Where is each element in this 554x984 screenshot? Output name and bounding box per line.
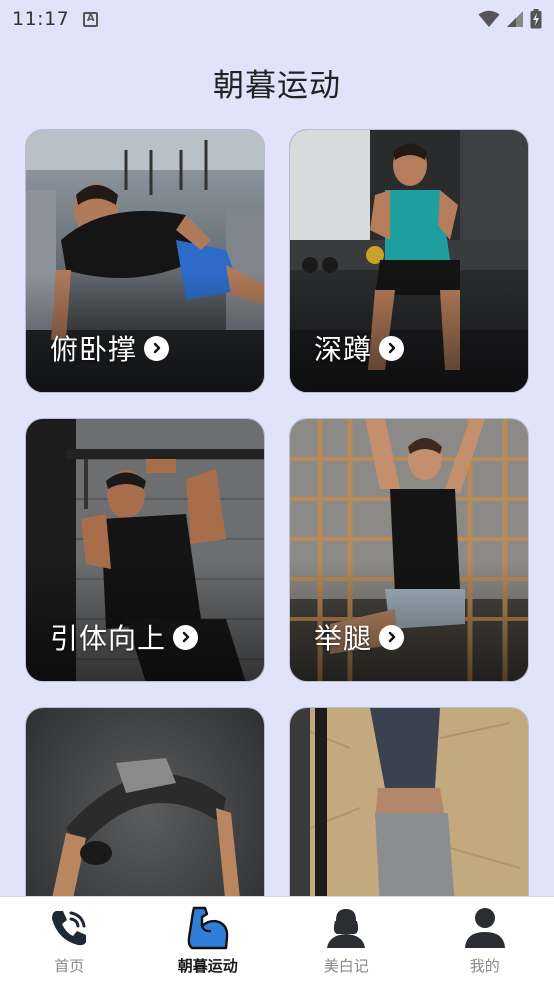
exercise-name: 引体向上 xyxy=(50,622,167,655)
nav-label-whitening: 美白记 xyxy=(323,957,369,975)
exercise-card-pullup[interactable]: 引体向上 xyxy=(25,418,265,682)
exercise-card-label: 举腿 xyxy=(314,617,405,657)
exercise-card-leg-raise[interactable]: 举腿 xyxy=(289,418,529,682)
status-time: 11:17 xyxy=(12,8,70,30)
exercise-card-label: 深蹲 xyxy=(314,328,405,368)
nav-item-mine[interactable]: 我的 xyxy=(416,897,554,984)
person-icon xyxy=(462,905,508,951)
chevron-right-icon xyxy=(144,335,170,361)
bottom-nav: 首页 朝暮运动 美白记 我的 xyxy=(0,896,554,984)
woman-silhouette-icon xyxy=(323,905,369,951)
nav-label-exercise: 朝暮运动 xyxy=(177,957,238,975)
exercise-card-squat[interactable]: 深蹲 xyxy=(289,129,529,393)
flexed-arm-icon xyxy=(185,905,231,951)
exercise-card-pushup[interactable]: 俯卧撑 xyxy=(25,129,265,393)
chevron-right-icon xyxy=(379,335,405,361)
cellular-signal-icon xyxy=(507,11,523,27)
notification-icon: A xyxy=(83,11,99,27)
nav-item-home[interactable]: 首页 xyxy=(0,897,139,984)
page-title: 朝暮运动 xyxy=(213,68,341,104)
exercise-name: 举腿 xyxy=(314,622,373,655)
status-bar: 11:17 A xyxy=(0,0,554,38)
wifi-icon xyxy=(478,10,500,27)
nav-item-whitening[interactable]: 美白记 xyxy=(277,897,416,984)
battery-charging-icon xyxy=(530,9,542,29)
nav-label-mine: 我的 xyxy=(469,957,500,975)
nav-label-home: 首页 xyxy=(54,957,85,975)
phone-icon xyxy=(46,905,92,951)
exercise-name: 深蹲 xyxy=(314,333,373,366)
exercise-card-label: 俯卧撑 xyxy=(50,328,170,368)
nav-item-exercise[interactable]: 朝暮运动 xyxy=(139,897,278,984)
chevron-right-icon xyxy=(173,624,199,650)
exercise-name: 俯卧撑 xyxy=(50,333,138,366)
status-icons xyxy=(478,9,542,29)
chevron-right-icon xyxy=(379,624,405,650)
exercise-card-label: 引体向上 xyxy=(50,617,199,657)
